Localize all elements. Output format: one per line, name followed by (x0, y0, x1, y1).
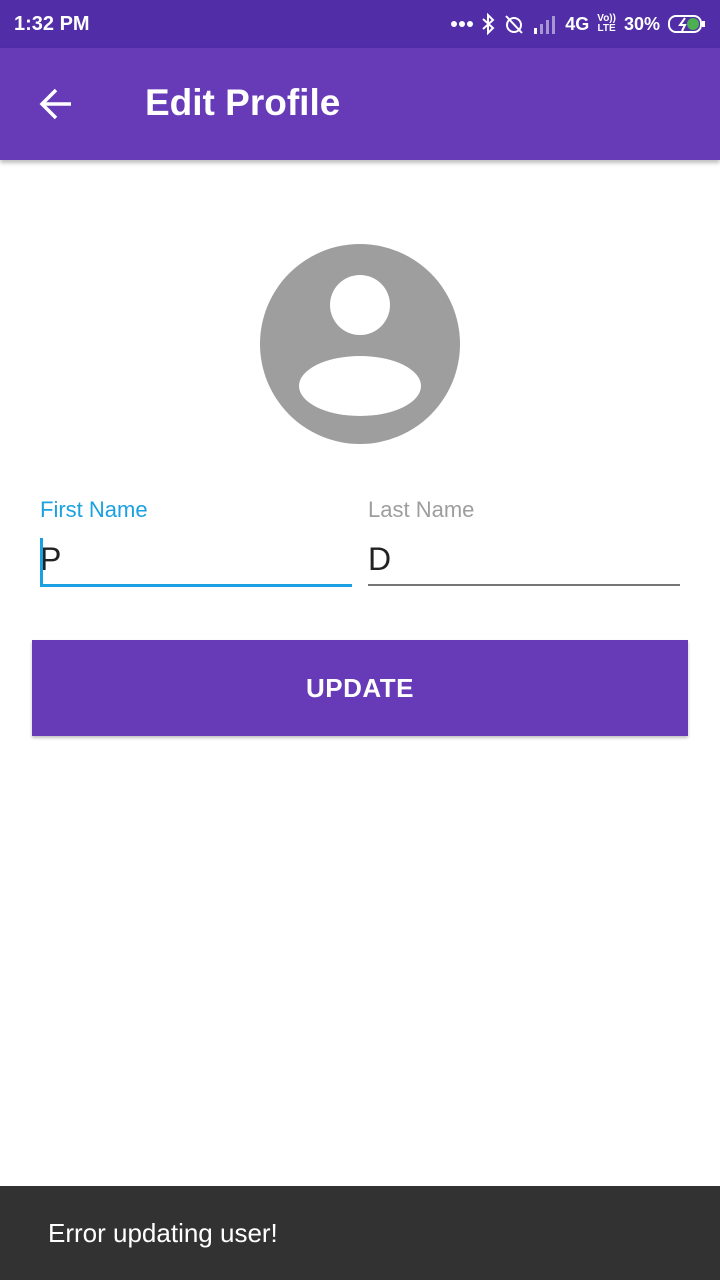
last-name-label: Last Name (368, 497, 475, 522)
volte-bottom: LTE (597, 23, 616, 34)
battery-percent: 30% (623, 13, 660, 34)
volte-indicator: Vo)) LTE (597, 14, 616, 34)
update-button[interactable]: UPDATE (32, 640, 688, 736)
status-time: 1:32 PM (14, 12, 90, 35)
more-dots-icon (451, 20, 474, 28)
signal-icon (533, 14, 557, 34)
account-circle-icon (260, 244, 460, 444)
last-name-input[interactable] (368, 537, 680, 586)
app-bar: Edit Profile (0, 48, 720, 160)
arrow-back-icon (38, 86, 74, 127)
back-button[interactable] (30, 80, 82, 132)
battery-charging-icon (668, 14, 706, 34)
page-title: Edit Profile (145, 82, 341, 123)
network-type: 4G (565, 13, 590, 34)
first-name-field: First Name (40, 495, 352, 587)
alarm-off-icon (503, 13, 525, 35)
last-name-field: Last Name (368, 495, 680, 586)
bluetooth-icon (481, 13, 495, 35)
status-bar: 1:32 PM 4G Vo)) LTE 30% (0, 0, 720, 48)
profile-avatar[interactable] (260, 244, 460, 444)
snackbar-message: Error updating user! (48, 1217, 278, 1248)
first-name-input[interactable] (40, 537, 352, 587)
text-cursor (40, 538, 43, 586)
snackbar: Error updating user! (0, 1186, 720, 1280)
first-name-label: First Name (40, 497, 148, 522)
status-icons: 4G Vo)) LTE 30% (451, 13, 706, 35)
